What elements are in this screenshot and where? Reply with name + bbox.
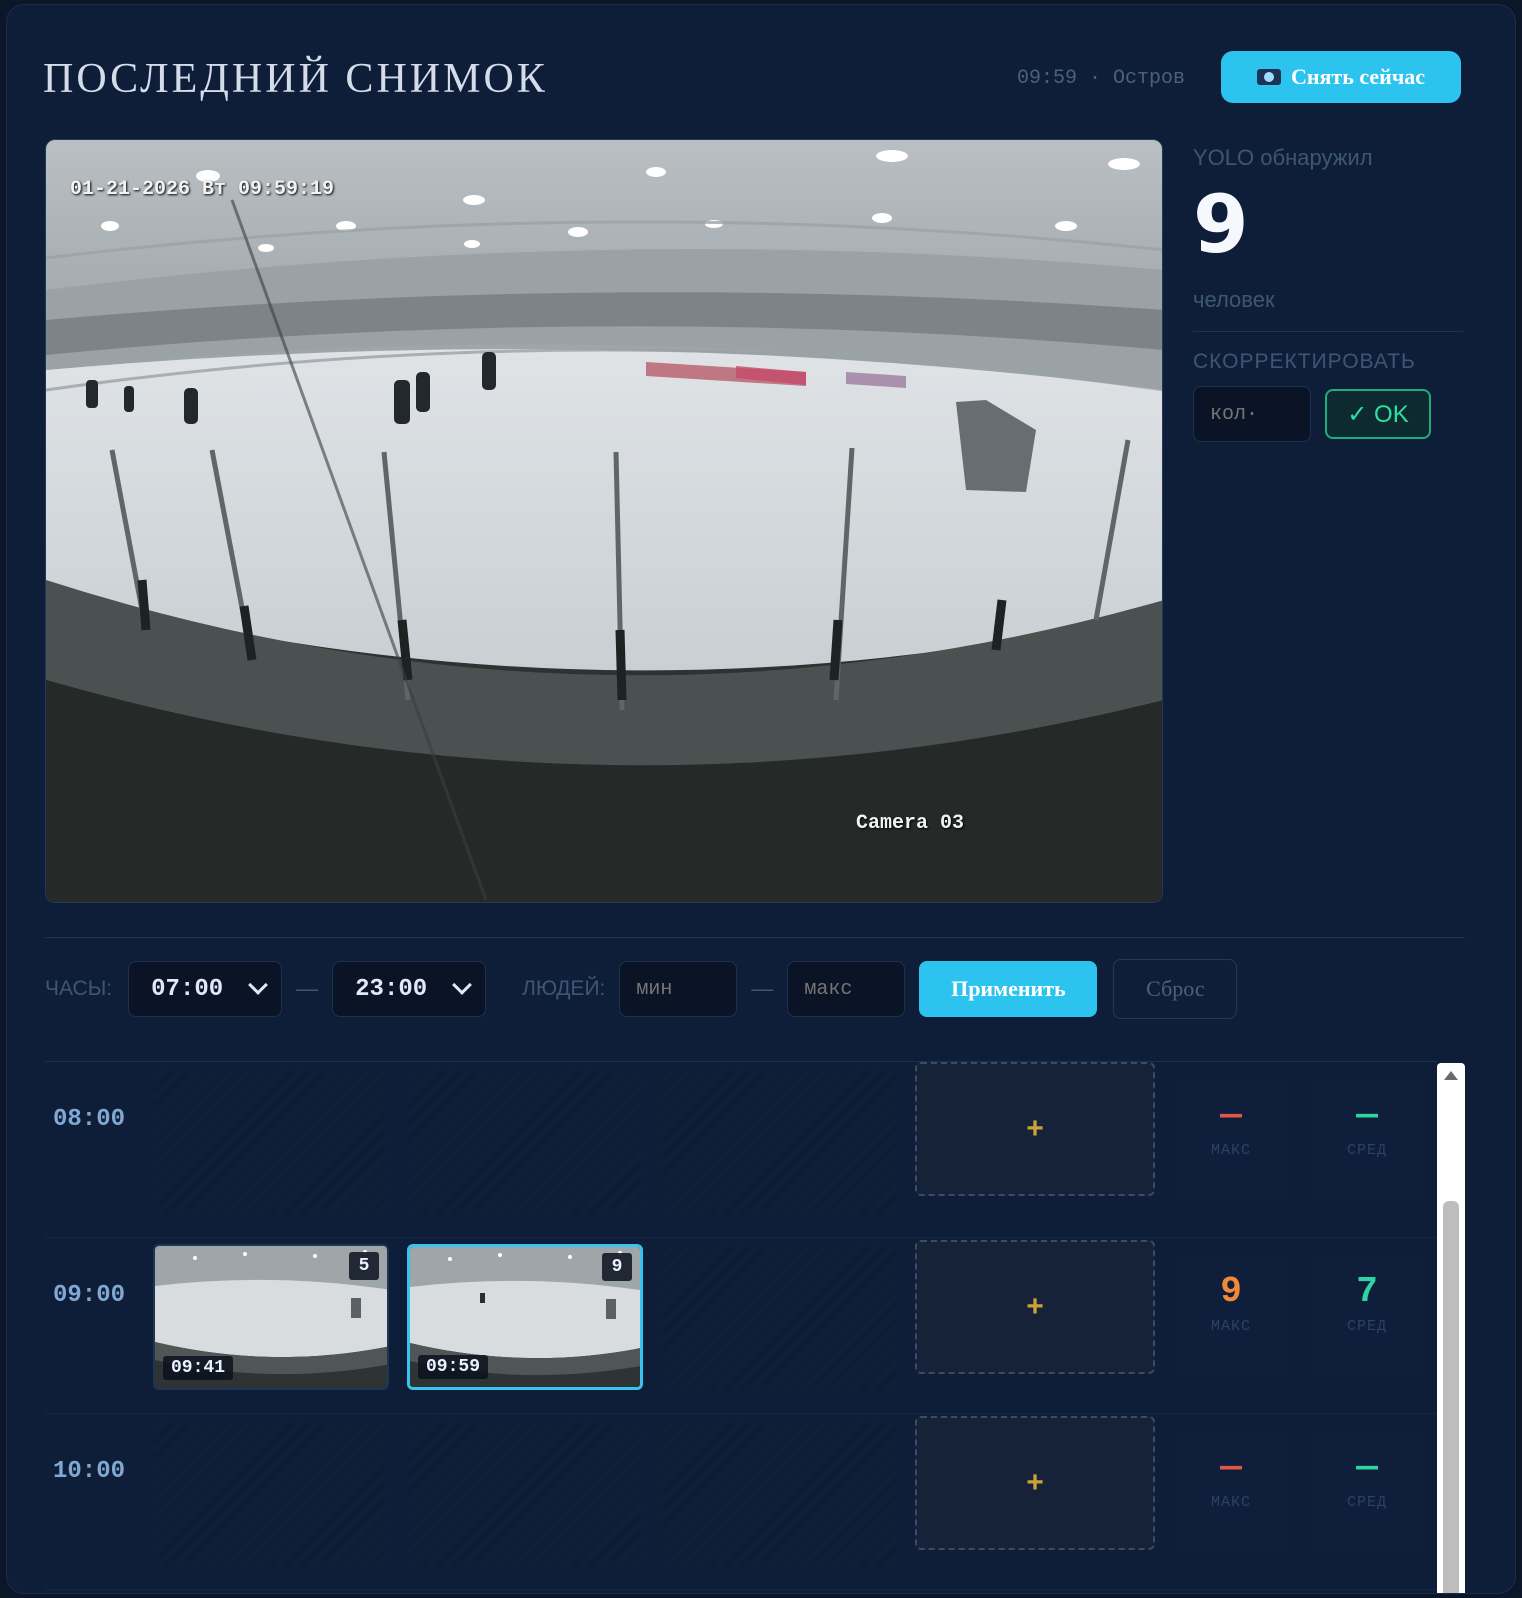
people-count: 9 bbox=[1193, 178, 1249, 271]
rink-image bbox=[46, 140, 1162, 902]
section-divider bbox=[45, 937, 1465, 938]
ok-button[interactable]: ✓ OK bbox=[1325, 389, 1431, 439]
apply-button[interactable]: Применить bbox=[919, 961, 1098, 1017]
hour-from-select[interactable]: 07:00 bbox=[128, 961, 283, 1017]
add-snapshot-button[interactable]: + bbox=[915, 1416, 1155, 1550]
range-dash: — bbox=[751, 976, 774, 1001]
hour-row: 09:00 5 09:41 9 09:59 + 9 МАКС 7 СРЕД bbox=[45, 1238, 1437, 1414]
empty-slot bbox=[407, 1422, 643, 1566]
thumbnail-time: 09:41 bbox=[163, 1356, 234, 1380]
hour-to-select[interactable]: 23:00 bbox=[332, 961, 487, 1017]
snapshot-thumbnail[interactable]: 5 09:41 bbox=[153, 1244, 389, 1390]
hour-row: 10:00 + — МАКС — СРЕД bbox=[45, 1414, 1437, 1590]
hour-label: 09:00 bbox=[53, 1282, 126, 1309]
reset-button[interactable]: Сброс bbox=[1113, 959, 1238, 1019]
grid-scrollbar[interactable] bbox=[1437, 1063, 1465, 1593]
snapshot-thumbnail-selected[interactable]: 9 09:59 bbox=[407, 1244, 643, 1390]
empty-slot bbox=[153, 1422, 389, 1566]
max-stat: — МАКС bbox=[1175, 1432, 1287, 1548]
detection-panel: YOLO обнаружил 9 человек СКОРРЕКТИРОВАТЬ… bbox=[1193, 139, 1463, 442]
avg-value: — bbox=[1356, 1447, 1378, 1488]
avg-value: 7 bbox=[1356, 1271, 1378, 1312]
avg-label: СРЕД bbox=[1346, 1142, 1387, 1159]
correct-label: СКОРРЕКТИРОВАТЬ bbox=[1193, 350, 1416, 373]
snapshot-panel: ПОСЛЕДНИЙ СНИМОК 09:59 · Остров Снять се… bbox=[6, 4, 1516, 1594]
last-snapshot-meta: 09:59 · Остров bbox=[1017, 67, 1186, 90]
max-people-input[interactable] bbox=[787, 961, 906, 1017]
page-title: ПОСЛЕДНИЙ СНИМОК bbox=[43, 56, 548, 102]
range-dash: — bbox=[296, 976, 319, 1001]
avg-stat: — СРЕД bbox=[1311, 1432, 1423, 1548]
hour-label: 08:00 bbox=[53, 1106, 126, 1133]
empty-slot bbox=[153, 1070, 389, 1214]
empty-slot bbox=[661, 1246, 897, 1390]
max-label: МАКС bbox=[1210, 1494, 1251, 1511]
divider bbox=[1193, 331, 1463, 332]
hour-to-value: 23:00 bbox=[355, 975, 428, 1003]
yolo-label: YOLO обнаружил bbox=[1193, 145, 1373, 170]
chevron-down-icon bbox=[248, 975, 269, 995]
avg-label: СРЕД bbox=[1346, 1318, 1387, 1335]
empty-slot bbox=[661, 1070, 897, 1214]
camera-icon bbox=[1256, 69, 1281, 85]
avg-label: СРЕД bbox=[1346, 1494, 1387, 1511]
camera-label: Camera 03 bbox=[856, 812, 965, 835]
filter-bar: ЧАСЫ: 07:00 — 23:00 ЛЮДЕЙ: — Применить С… bbox=[45, 959, 1238, 1019]
thumbnail-time: 09:59 bbox=[418, 1355, 489, 1379]
snapshot-timestamp: 01-21-2026 Вт 09:59:19 bbox=[70, 178, 335, 201]
max-value: — bbox=[1220, 1447, 1242, 1488]
hour-label: 10:00 bbox=[53, 1458, 126, 1485]
avg-value: — bbox=[1356, 1095, 1378, 1136]
snap-now-label: Снять сейчас bbox=[1290, 64, 1426, 89]
scrollbar-thumb[interactable] bbox=[1443, 1201, 1459, 1593]
chevron-down-icon bbox=[452, 975, 473, 995]
max-value: 9 bbox=[1220, 1271, 1242, 1312]
correction-count-input[interactable] bbox=[1193, 386, 1311, 442]
max-value: — bbox=[1220, 1095, 1242, 1136]
avg-stat: 7 СРЕД bbox=[1311, 1256, 1423, 1372]
avg-stat: — СРЕД bbox=[1311, 1080, 1423, 1196]
thumbnail-count: 5 bbox=[349, 1252, 379, 1280]
correct-row: ✓ OK bbox=[1193, 386, 1463, 442]
latest-snapshot-image[interactable]: 01-21-2026 Вт 09:59:19 Camera 03 bbox=[45, 139, 1163, 903]
add-snapshot-button[interactable]: + bbox=[915, 1240, 1155, 1374]
max-label: МАКС bbox=[1210, 1318, 1251, 1335]
add-snapshot-button[interactable]: + bbox=[915, 1062, 1155, 1196]
hour-from-value: 07:00 bbox=[151, 975, 224, 1003]
scroll-up-arrow-icon[interactable] bbox=[1444, 1071, 1458, 1080]
hourly-grid: 08:00 + — МАКС — СРЕД 09:00 5 09:41 9 09… bbox=[45, 1061, 1437, 1593]
hours-label: ЧАСЫ: bbox=[45, 977, 113, 1000]
people-label: ЛЮДЕЙ: bbox=[522, 977, 606, 1000]
empty-slot bbox=[661, 1422, 897, 1566]
max-stat: 9 МАКС bbox=[1175, 1256, 1287, 1372]
max-stat: — МАКС bbox=[1175, 1080, 1287, 1196]
snap-now-button[interactable]: Снять сейчас bbox=[1221, 51, 1461, 103]
hour-row: 08:00 + — МАКС — СРЕД bbox=[45, 1062, 1437, 1238]
people-unit: человек bbox=[1193, 287, 1275, 312]
min-people-input[interactable] bbox=[619, 961, 738, 1017]
thumbnail-count: 9 bbox=[602, 1253, 632, 1281]
max-label: МАКС bbox=[1210, 1142, 1251, 1159]
empty-slot bbox=[407, 1070, 643, 1214]
